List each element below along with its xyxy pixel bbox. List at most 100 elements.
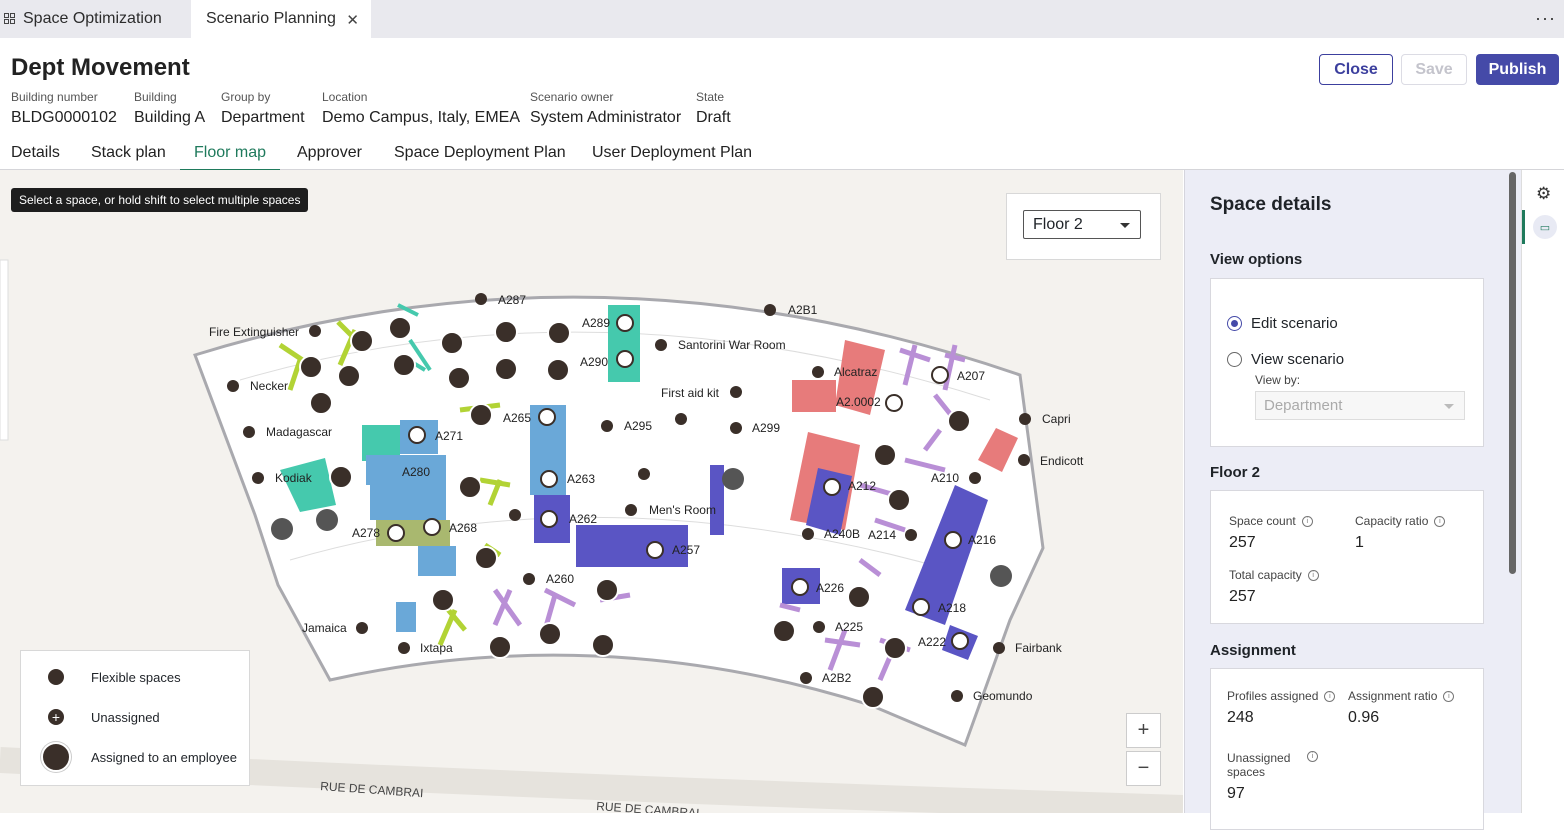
room-label: A222	[918, 635, 946, 649]
gear-icon[interactable]: ⚙	[1536, 184, 1551, 204]
view-scenario-radio[interactable]: View scenario	[1227, 351, 1344, 368]
floor-stats-card: Space count i 257 Capacity ratio i 1 Total…	[1210, 490, 1484, 624]
radio-selected-icon	[1227, 316, 1242, 331]
room-label: A257	[672, 543, 700, 557]
grid-icon	[4, 13, 16, 25]
info-icon[interactable]: i	[1307, 751, 1318, 762]
field-location: Location Demo Campus, Italy, EMEA	[322, 90, 520, 127]
info-icon[interactable]: i	[1434, 515, 1446, 527]
room-label: A218	[938, 601, 966, 615]
assigned-employee-icon	[41, 742, 71, 772]
room-label: First aid kit	[661, 386, 720, 400]
room-label: A290	[580, 355, 608, 369]
room-label: Fairbank	[1015, 641, 1063, 655]
stat-label: Space count	[1229, 514, 1296, 528]
room-label: A2B1	[788, 303, 818, 317]
room-label: Santorini War Room	[678, 338, 786, 352]
room-label: A295	[624, 419, 652, 433]
zoom-out-button[interactable]: −	[1126, 751, 1161, 786]
field-value: Building A	[134, 109, 206, 126]
publish-button[interactable]: Publish	[1476, 54, 1559, 85]
tab-approver[interactable]: Approver	[297, 144, 362, 169]
field-label: Building	[134, 90, 177, 104]
stat-label: Assignment ratio	[1348, 689, 1438, 703]
more-options-icon[interactable]: ···	[1535, 8, 1556, 29]
room-label: Jamaica	[302, 621, 347, 635]
stat-value: 248	[1227, 709, 1254, 726]
room-label: A262	[569, 512, 597, 526]
tab-space-deployment-plan[interactable]: Space Deployment Plan	[394, 144, 566, 169]
stat-unassigned-spaces: Unassigned spaces i 97	[1227, 751, 1337, 803]
floor-select[interactable]: Floor 2	[1023, 210, 1141, 239]
stat-label: Capacity ratio	[1355, 514, 1429, 528]
legend-item: Flexible spaces	[21, 659, 181, 695]
tab-stack-plan[interactable]: Stack plan	[91, 144, 166, 169]
room-label: Alcatraz	[834, 365, 877, 379]
room-label: A210	[931, 471, 959, 485]
field-label: Location	[322, 90, 368, 104]
room-label: A278	[352, 526, 380, 540]
view-options-heading: View options	[1210, 251, 1303, 268]
room-label: A299	[752, 421, 780, 435]
field-scenario-owner: Scenario owner System Administrator	[530, 90, 681, 127]
space-block[interactable]	[418, 546, 456, 576]
info-icon[interactable]: i	[1443, 690, 1455, 702]
tab-space-optimization[interactable]: Space Optimization	[0, 0, 192, 38]
stat-space-count: Space count i 257	[1229, 514, 1313, 552]
info-icon[interactable]: i	[1324, 690, 1336, 702]
space-block[interactable]	[792, 380, 836, 412]
room-label: A212	[848, 479, 876, 493]
view-by-value: Department	[1264, 397, 1343, 414]
right-rail: ⚙ ▭	[1521, 170, 1564, 813]
floor-selector-panel: Floor 2	[1006, 193, 1161, 260]
room-label: A289	[582, 316, 610, 330]
tab-details[interactable]: Details	[11, 144, 60, 169]
close-button[interactable]: Close	[1319, 54, 1393, 85]
chevron-down-icon	[1120, 223, 1130, 228]
edit-scenario-radio[interactable]: Edit scenario	[1227, 315, 1338, 332]
room-label: A225	[835, 620, 863, 634]
close-tab-icon[interactable]: ✕	[346, 11, 359, 29]
room-label: A226	[816, 581, 844, 595]
field-value: System Administrator	[530, 109, 682, 126]
field-label: Building number	[11, 90, 98, 104]
view-by-select[interactable]: Department	[1255, 391, 1465, 420]
stat-label: Unassigned spaces	[1227, 751, 1291, 779]
tab-label: Scenario Planning	[206, 10, 336, 27]
space-block[interactable]	[396, 602, 416, 632]
info-icon[interactable]: i	[1307, 569, 1319, 581]
panel-scrollbar[interactable]	[1509, 172, 1516, 574]
room-label: A287	[498, 293, 526, 307]
tab-user-deployment-plan[interactable]: User Deployment Plan	[592, 144, 752, 169]
room-label: Capri	[1042, 412, 1071, 426]
space-details-rail-button[interactable]: ▭	[1522, 210, 1564, 244]
stat-value: 1	[1355, 534, 1364, 551]
tab-floor-map[interactable]: Floor map	[180, 144, 281, 171]
stat-profiles-assigned: Profiles assigned i 248	[1227, 689, 1336, 727]
stat-value: 97	[1227, 785, 1245, 802]
room-label: A265	[503, 411, 531, 425]
room-label: A2B2	[822, 671, 852, 685]
room-label: A2.0002	[836, 395, 881, 409]
space-block[interactable]	[370, 485, 446, 520]
room-label: A216	[968, 533, 996, 547]
unassigned-icon: +	[48, 709, 64, 725]
record-tabs: Details Stack plan Floor map Approver Sp…	[0, 138, 1564, 171]
adjacent-building	[0, 259, 9, 441]
view-options-card: Edit scenario View scenario View by: Dep…	[1210, 278, 1484, 447]
tab-scenario-planning[interactable]: Scenario Planning ✕	[191, 0, 371, 38]
chevron-down-icon	[1444, 404, 1454, 409]
stat-total-capacity: Total capacity i 257	[1229, 568, 1319, 606]
map-legend: Flexible spaces + Unassigned Assigned to…	[20, 650, 250, 786]
room-label: A240B	[824, 527, 860, 541]
field-state: State Draft	[696, 90, 731, 127]
info-icon[interactable]: i	[1301, 515, 1313, 527]
zoom-in-button[interactable]: +	[1126, 713, 1161, 748]
field-value: Department	[221, 109, 305, 126]
field-label: State	[696, 90, 725, 104]
stat-capacity-ratio: Capacity ratio i 1	[1355, 514, 1446, 552]
save-button[interactable]: Save	[1401, 54, 1467, 85]
field-label: Group by	[221, 90, 271, 104]
stat-value: 0.96	[1348, 709, 1380, 726]
space-block[interactable]	[710, 465, 724, 535]
